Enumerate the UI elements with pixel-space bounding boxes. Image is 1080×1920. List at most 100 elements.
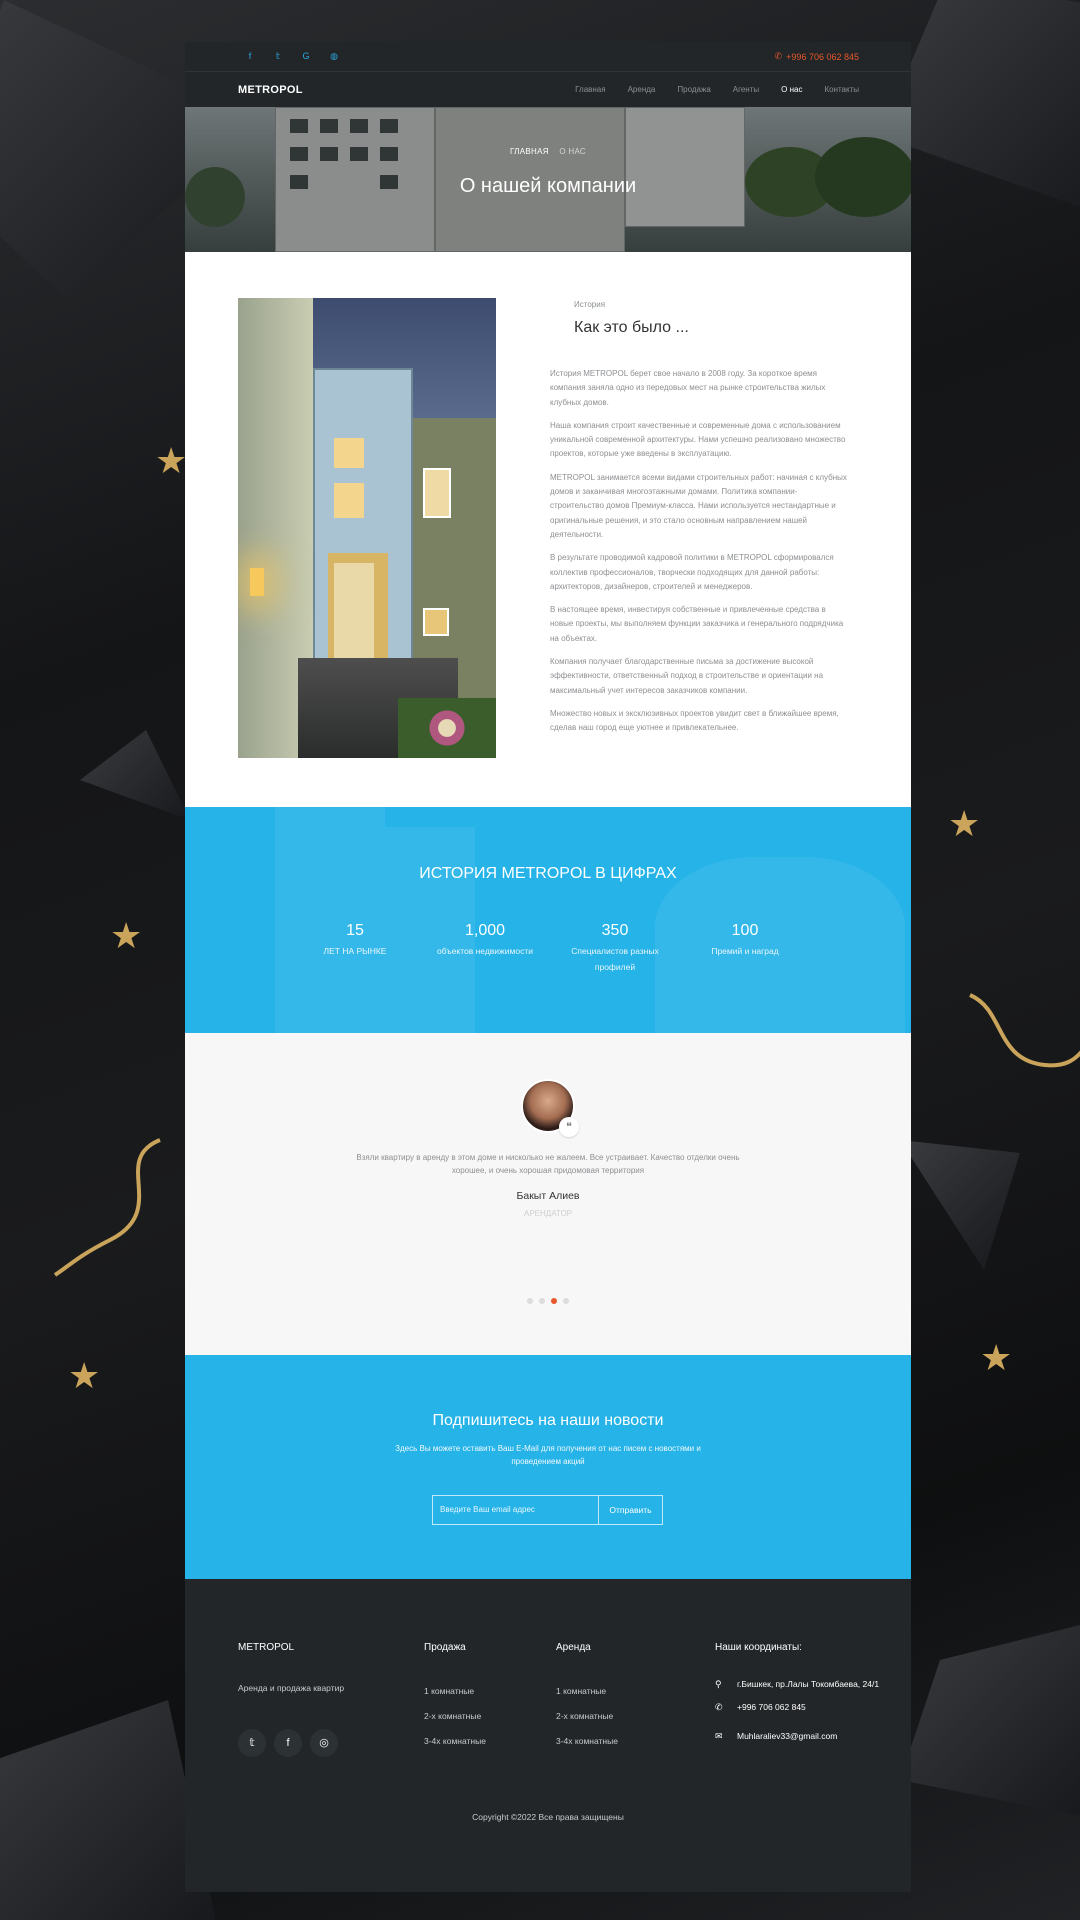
top-social-links: f 𝕥 G ◍ [245, 51, 339, 62]
footer-link[interactable]: 2-х комнатные [424, 1711, 486, 1721]
stat-number: 350 [601, 922, 629, 939]
testimonial-role: АРЕНДАТОР [524, 1209, 572, 1218]
stat-item: 350 Специалистов разных профилей [555, 922, 675, 975]
stats-heading: ИСТОРИЯ METROPOL В ЦИФРАХ [419, 865, 677, 882]
paragraph: В настоящее время, инвестируя собственны… [550, 605, 844, 643]
subscribe-button[interactable]: Отправить [599, 1496, 662, 1524]
instagram-icon[interactable]: ◎ [310, 1729, 338, 1757]
paragraph: Компания получает благодарственные письм… [550, 657, 824, 695]
nav-item-contacts[interactable]: Контакты [824, 85, 859, 94]
stat-item: 100 Премий и наград [685, 922, 805, 975]
history-paragraphs: История METROPOL берет свое начало в 200… [550, 367, 850, 736]
newsletter-section: Подпишитесь на наши новости Здесь Вы мож… [185, 1355, 911, 1579]
facebook-icon[interactable]: f [274, 1729, 302, 1757]
footer-logo[interactable]: METROPOL [238, 1642, 344, 1653]
footer-sale-column: Продажа 1 комнатные 2-х комнатные 3-4х к… [424, 1642, 486, 1746]
star-decoration: ★ [980, 1337, 1013, 1378]
email-input[interactable]: Введите Ваш email адрес [433, 1496, 599, 1524]
carousel-dot-active[interactable] [551, 1298, 557, 1304]
stat-number: 100 [731, 922, 759, 939]
nav-item-rent[interactable]: Аренда [628, 85, 656, 94]
top-phone[interactable]: ✆ +996 706 062 845 [775, 51, 859, 62]
contact-phone[interactable]: ✆ +996 706 062 845 [715, 1701, 885, 1714]
facebook-icon[interactable]: f [245, 51, 255, 62]
paragraph: История METROPOL берет свое начало в 200… [550, 369, 826, 407]
google-icon[interactable]: G [301, 51, 311, 62]
stat-label: Специалистов разных профилей [571, 946, 659, 972]
gold-ribbon-decoration [969, 993, 1080, 1068]
footer-rent-column: Аренда 1 комнатные 2-х комнатные 3-4х ко… [556, 1642, 618, 1746]
paragraph: Наша компания строит качественные и совр… [550, 420, 846, 459]
quote-icon: ❝ [559, 1117, 579, 1137]
site-logo[interactable]: METROPOL [238, 84, 303, 96]
stats-row: 15 ЛЕТ НА РЫНКЕ 1,000 объектов недвижимо… [295, 922, 805, 975]
background-polygon [900, 1620, 1080, 1820]
testimonial-text: Взяли квартиру в аренду в этом доме и ни… [356, 1153, 740, 1175]
address-text: г.Бишкек, пр.Лалы Токомбаева, 24/1 [737, 1679, 880, 1689]
phone-icon: ✆ [774, 51, 783, 61]
stat-number: 1,000 [464, 922, 506, 939]
hero-banner: ГЛАВНАЯ О НАС О нашей компании [185, 107, 911, 252]
footer-link[interactable]: 1 комнатные [556, 1686, 618, 1696]
paragraph: В результате проводимой кадровой политик… [550, 553, 834, 591]
history-text: История Как это было ... История METROPO… [550, 300, 850, 745]
page-title: О нашей компании [459, 175, 637, 197]
carousel-dot[interactable] [527, 1298, 533, 1304]
nav-item-sale[interactable]: Продажа [677, 85, 710, 94]
newsletter-subtext: Здесь Вы можете оставить Ваш E-Mail для … [395, 1444, 701, 1466]
copyright: Copyright ©2022 Все права защищены [472, 1812, 624, 1822]
paragraph: METROPOL занимается всеми видами строите… [550, 472, 847, 539]
newsletter-form: Введите Ваш email адрес Отправить [432, 1495, 663, 1525]
email-text: Muhlaraliev33@gmail.com [737, 1731, 838, 1741]
footer-sale-title: Продажа [424, 1642, 466, 1653]
dribbble-icon[interactable]: ◍ [329, 51, 339, 62]
carousel-dot[interactable] [563, 1298, 569, 1304]
footer-link[interactable]: 3-4х комнатные [424, 1736, 486, 1746]
footer-link[interactable]: 1 комнатные [424, 1686, 486, 1696]
website-page: f 𝕥 G ◍ ✆ +996 706 062 845 METROPOL Глав… [185, 42, 911, 1892]
carousel-dot[interactable] [539, 1298, 545, 1304]
main-navigation: METROPOL Главная Аренда Продажа Агенты О… [185, 72, 911, 107]
phone-text: +996 706 062 845 [737, 1702, 806, 1712]
top-bar: f 𝕥 G ◍ ✆ +996 706 062 845 [185, 42, 911, 72]
footer-link[interactable]: 2-х комнатные [556, 1711, 618, 1721]
stats-section: ИСТОРИЯ METROPOL В ЦИФРАХ 15 ЛЕТ НА РЫНК… [185, 807, 911, 1033]
phone-icon: ✆ [715, 1702, 723, 1712]
footer-contacts: Наши координаты: ⚲ г.Бишкек, пр.Лалы Ток… [715, 1642, 885, 1743]
section-heading: Как это было ... [574, 319, 689, 336]
stat-item: 15 ЛЕТ НА РЫНКЕ [295, 922, 415, 975]
gold-ribbon-decoration [53, 1138, 161, 1277]
stat-label: ЛЕТ НА РЫНКЕ [323, 946, 387, 956]
location-icon: ⚲ [715, 1679, 722, 1689]
star-decoration: ★ [110, 915, 143, 956]
twitter-icon[interactable]: 𝕥 [238, 1729, 266, 1757]
stat-item: 1,000 объектов недвижимости [425, 922, 545, 975]
star-decoration: ★ [68, 1355, 101, 1396]
twitter-icon[interactable]: 𝕥 [273, 51, 283, 62]
breadcrumb-current: О НАС [559, 147, 586, 156]
background-polygon [900, 1140, 1020, 1270]
footer-rent-title: Аренда [556, 1642, 591, 1653]
footer: METROPOL Аренда и продажа квартир 𝕥 f ◎ … [185, 1579, 911, 1892]
footer-social-links: 𝕥 f ◎ [238, 1729, 338, 1757]
breadcrumb-home[interactable]: ГЛАВНАЯ [510, 147, 549, 156]
history-section: История Как это было ... История METROPO… [185, 252, 911, 807]
contact-address: ⚲ г.Бишкек, пр.Лалы Токомбаева, 24/1 [715, 1678, 885, 1691]
testimonial-author: Бакыт Алиев [516, 1190, 580, 1202]
house-photo [238, 298, 496, 758]
nav-item-home[interactable]: Главная [575, 85, 605, 94]
nav-item-about[interactable]: О нас [781, 85, 802, 94]
footer-contacts-title: Наши координаты: [715, 1642, 802, 1653]
section-eyebrow: История [574, 300, 606, 309]
contact-email[interactable]: ✉ Muhlaraliev33@gmail.com [715, 1730, 885, 1743]
newsletter-heading: Подпишитесь на наши новости [432, 1412, 664, 1429]
footer-link[interactable]: 3-4х комнатные [556, 1736, 618, 1746]
phone-number: +996 706 062 845 [786, 51, 859, 62]
paragraph: Множество новых и эксклюзивных проектов … [550, 708, 839, 733]
star-decoration: ★ [948, 803, 981, 844]
stat-number: 15 [346, 922, 364, 939]
mail-icon: ✉ [715, 1731, 723, 1741]
star-decoration: ★ [155, 440, 188, 481]
nav-item-agents[interactable]: Агенты [733, 85, 759, 94]
stat-label: объектов недвижимости [437, 946, 533, 956]
